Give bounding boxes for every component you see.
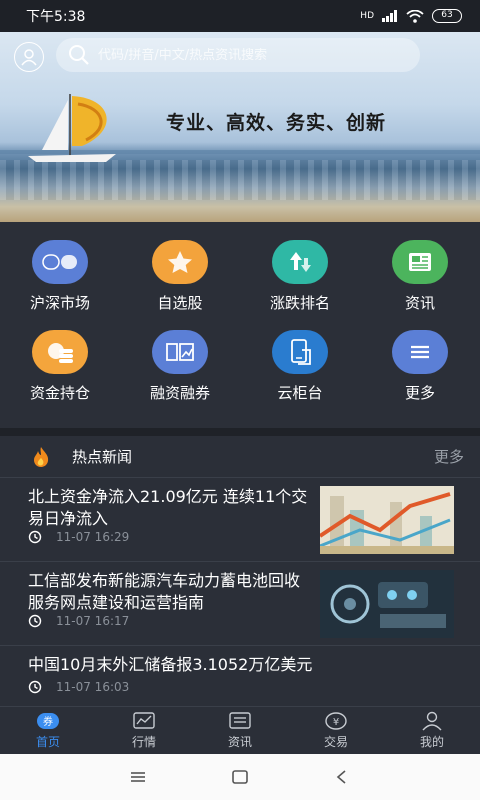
news-icon xyxy=(392,240,448,284)
coins-icon xyxy=(32,330,88,374)
menu-item-hushen-market[interactable]: 沪深市场 xyxy=(0,240,120,313)
search-icon xyxy=(69,45,89,65)
menu-item-watchlist[interactable]: 自选股 xyxy=(120,240,240,313)
news-item-title: 北上资金净流入21.09亿元 连续11个交易日净流入 xyxy=(28,487,308,528)
search-input[interactable] xyxy=(98,47,398,63)
menu-label: 更多 xyxy=(404,384,435,402)
news-item-time: 11-07 16:29 xyxy=(56,530,130,544)
news-item[interactable]: 中国10月末外汇储备报3.1052万亿美元 11-07 16:03 xyxy=(0,646,480,706)
menu-item-margin-trading[interactable]: 融资融券 xyxy=(120,330,240,403)
menu-item-ranking[interactable]: 涨跌排名 xyxy=(240,240,360,313)
menu-label: 云柜台 xyxy=(277,384,323,402)
status-icons: HD 63 xyxy=(360,9,462,23)
news-item-title: 中国10月末外汇储备报3.1052万亿美元 xyxy=(28,655,313,674)
news-item[interactable]: 北上资金净流入21.09亿元 连续11个交易日净流入 11-07 16:29 xyxy=(0,478,480,562)
tab-label: 交易 xyxy=(323,735,348,749)
tab-label: 我的 xyxy=(419,735,444,749)
wifi-icon xyxy=(406,9,424,23)
star-icon xyxy=(152,240,208,284)
tab-label: 首页 xyxy=(35,735,60,749)
news-thumbnail xyxy=(320,486,454,554)
tab-label: 资讯 xyxy=(227,735,252,749)
status-time: 下午5:38 xyxy=(26,9,86,25)
menu-item-fund-position[interactable]: 资金持仓 xyxy=(0,330,120,403)
news-item[interactable]: 工信部发布新能源汽车动力蓄电池回收服务网点建设和运营指南 11-07 16:17 xyxy=(0,562,480,646)
tab-home[interactable]: 券 首页 xyxy=(0,707,96,754)
menu-item-news[interactable]: 资讯 xyxy=(360,240,480,313)
chart-icon xyxy=(133,712,155,729)
news-item-time: 11-07 16:17 xyxy=(56,614,130,628)
updown-icon xyxy=(272,240,328,284)
tab-market[interactable]: 行情 xyxy=(96,707,192,754)
user-icon xyxy=(422,711,442,731)
sailboat-illustration xyxy=(28,94,116,162)
section-divider xyxy=(0,428,480,436)
signal-icon xyxy=(382,10,397,22)
system-navigation-bar xyxy=(0,754,480,800)
hot-news-header: 热点新闻 更多 xyxy=(0,436,480,478)
clock-icon xyxy=(28,614,42,628)
tab-news[interactable]: 资讯 xyxy=(192,707,288,754)
tab-mine[interactable]: 我的 xyxy=(384,707,480,754)
menu-label: 资金持仓 xyxy=(29,384,90,402)
menu-icon[interactable] xyxy=(129,770,147,784)
network-type-label: HD xyxy=(360,11,374,21)
clock-icon xyxy=(28,530,42,544)
tab-label: 行情 xyxy=(131,735,156,749)
yuan-icon: ¥ xyxy=(325,712,347,730)
news-thumbnail xyxy=(320,570,454,638)
menu-label: 自选股 xyxy=(157,294,203,312)
hushen-icon xyxy=(32,240,88,284)
home-coupon-icon: 券 xyxy=(37,713,59,729)
status-bar: 下午5:38 HD 63 xyxy=(0,0,480,32)
battery-indicator: 63 xyxy=(432,9,462,23)
margin-icon xyxy=(152,330,208,374)
svg-text:券: 券 xyxy=(43,715,53,728)
menu-label: 沪深市场 xyxy=(29,294,90,312)
flame-icon xyxy=(34,446,49,467)
bottom-tab-bar: 券 首页 行情 资讯 ¥ 交易 我的 xyxy=(0,706,480,754)
user-icon xyxy=(21,49,37,66)
profile-avatar-button[interactable] xyxy=(14,42,44,72)
menu-item-cloud-counter[interactable]: 云柜台 xyxy=(240,330,360,403)
search-bar[interactable] xyxy=(56,38,420,72)
cloud-counter-icon xyxy=(272,330,328,374)
menu-label: 资讯 xyxy=(404,294,435,312)
back-icon[interactable] xyxy=(333,770,351,784)
tab-trade[interactable]: ¥ 交易 xyxy=(288,707,384,754)
clock-icon xyxy=(28,680,42,694)
hot-news-more-link[interactable]: 更多 xyxy=(434,446,464,467)
menu-item-more[interactable]: 更多 xyxy=(360,330,480,403)
home-icon[interactable] xyxy=(231,770,249,784)
svg-text:¥: ¥ xyxy=(333,717,339,728)
news-icon xyxy=(229,712,251,729)
quick-menu-grid: 沪深市场 自选股 涨跌排名 资讯 资金持仓 融资融券 云柜台 更多 xyxy=(0,222,480,428)
more-icon xyxy=(392,330,448,374)
news-item-time: 11-07 16:03 xyxy=(56,680,130,694)
hot-news-title: 热点新闻 xyxy=(72,448,133,466)
banner-slogan: 专业、高效、务实、创新 xyxy=(166,112,387,134)
news-item-title: 工信部发布新能源汽车动力蓄电池回收服务网点建设和运营指南 xyxy=(28,571,301,612)
menu-label: 涨跌排名 xyxy=(269,294,330,312)
menu-label: 融资融券 xyxy=(149,384,210,402)
